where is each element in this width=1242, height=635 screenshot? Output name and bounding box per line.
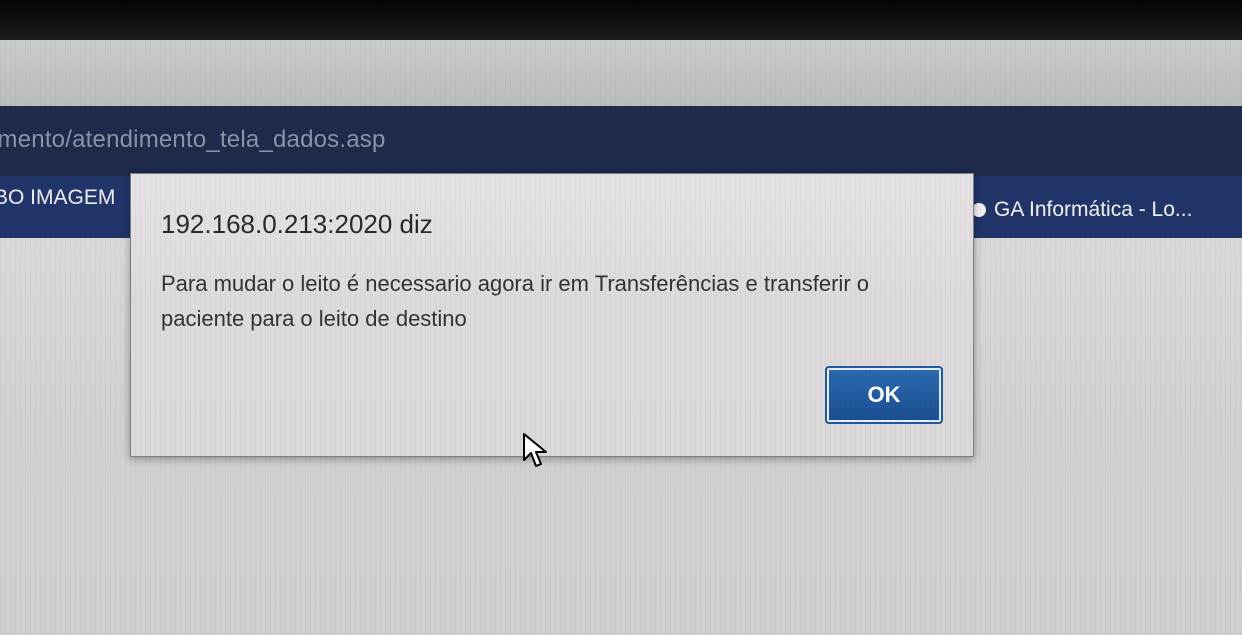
screen: imento/atendimento_tela_dados.asp BO IMA… (0, 0, 1242, 635)
mouse-pointer-icon (523, 433, 547, 467)
bookmark-item-right[interactable]: GA Informática - Lo... (972, 198, 1192, 222)
globe-icon (972, 203, 986, 217)
address-text: imento/atendimento_tela_dados.asp (0, 126, 386, 153)
ok-button[interactable]: OK (825, 366, 943, 424)
bookmark-item-right-label: GA Informática - Lo... (994, 198, 1193, 221)
dialog-title: 192.168.0.213:2020 diz (161, 209, 433, 239)
dialog-message: Para mudar o leito é necessario agora ir… (161, 271, 869, 331)
bookmark-item-left[interactable]: BO IMAGEM (0, 186, 115, 210)
monitor-bezel (0, 0, 1242, 40)
alert-dialog: 192.168.0.213:2020 diz Para mudar o leit… (130, 173, 974, 457)
browser-chrome (0, 40, 1242, 106)
